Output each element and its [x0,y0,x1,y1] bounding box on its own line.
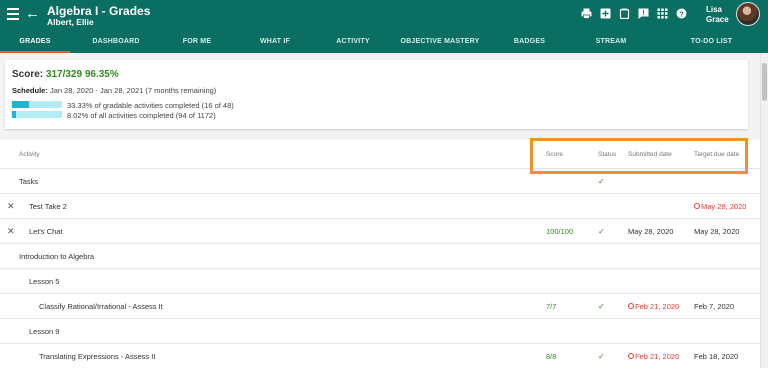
alarm-clock-icon [628,303,634,309]
column-status[interactable]: Status [598,140,616,168]
table-row[interactable]: Lesson 9 [0,319,760,344]
app-bar: ← Algebra I - Grades Albert, Ellie ? Lis… [0,0,768,30]
overall-score: Score: 317/329 96.35% [12,69,119,80]
score-value: 317/329 96.35% [45,69,119,80]
due-date-cell: Feb 7, 2020 [694,294,734,318]
tab-badges[interactable]: BADGES [492,30,567,53]
column-score[interactable]: Score [546,140,563,168]
tab-what-if[interactable]: WHAT IF [232,30,318,53]
due-date-text: May 28, 2020 [701,201,747,211]
score-cell: 7/7 [546,301,557,311]
tab-to-do-list[interactable]: TO-DO LIST [655,30,768,53]
activity-name[interactable]: Let's Chat [29,219,63,243]
table-body: Tasks ✓ ✕ Test Take 2 May 28, 2020 ✕ Let's Cha… [0,169,760,368]
submitted-date-cell: Feb 21, 2020 [628,344,679,368]
column-target-due-date[interactable]: Target due date [694,140,739,168]
tab-bar: GRADES DASHBOARD FOR ME WHAT IF ACTIVITY… [0,30,768,53]
tab-for-me[interactable]: FOR ME [162,30,232,53]
activity-name[interactable]: Lesson 5 [29,269,59,293]
scrollbar[interactable] [760,53,768,368]
status-check-icon: ✓ [598,176,605,186]
activity-name[interactable]: Tasks [19,169,38,193]
table-row[interactable]: Translating Expressions - Assess It 8/8 ✓ F… [0,344,760,368]
back-arrow-icon[interactable]: ← [25,5,40,23]
table-row[interactable]: Classify Rational/Irrational - Assess It… [0,294,760,319]
score-cell: 8/8 [546,351,557,361]
due-date-cell: May 28, 2020 [694,219,739,243]
status-check-icon: ✓ [598,351,605,361]
all-activities-progress-label: 8.02% of all activities completed (94 of… [67,111,216,120]
submitted-date-text: Feb 21, 2020 [635,351,680,361]
user-first-name: Lisa [706,5,723,14]
submitted-date-cell: Feb 21, 2020 [628,294,679,318]
clipboard-icon[interactable] [619,8,630,19]
submitted-date-text: Feb 21, 2020 [635,301,680,311]
due-date-text: Feb 7, 2020 [694,301,735,311]
activity-name[interactable]: Lesson 9 [29,319,59,343]
scrollbar-thumb[interactable] [762,63,767,101]
submitted-date-text: May 28, 2020 [628,226,674,236]
grades-table: Activity Score Status Submitted date Tar… [0,140,760,368]
table-row[interactable]: Tasks ✓ [0,169,760,194]
due-date-cell: Feb 18, 2020 [694,344,738,368]
table-row[interactable]: Lesson 5 [0,269,760,294]
table-row[interactable]: ✕ Test Take 2 May 28, 2020 [0,194,760,219]
activity-name[interactable]: Translating Expressions - Assess It [39,344,155,368]
status-check-icon: ✓ [598,301,605,311]
page-title: Algebra I - Grades [47,4,151,18]
alarm-clock-icon [694,203,700,209]
submitted-date-cell: May 28, 2020 [628,219,673,243]
table-row[interactable]: Introduction to Algebra [0,244,760,269]
tab-grades[interactable]: GRADES [0,30,70,53]
toolbar-icons: ? [581,8,687,19]
column-submitted-date[interactable]: Submitted date [628,140,672,168]
all-activities-progress-fill [12,111,16,118]
help-icon[interactable]: ? [676,8,687,19]
user-last-name: Grace [706,15,729,24]
all-activities-progress-bar [12,111,62,118]
add-box-icon[interactable] [600,8,611,19]
tab-objective-mastery[interactable]: OBJECTIVE MASTERY [388,30,492,53]
table-row[interactable]: ✕ Let's Chat 100/100 ✓ May 28, 2020 May 28, 2… [0,219,760,244]
score-cell: 100/100 [546,226,574,236]
remove-icon[interactable]: ✕ [7,194,15,218]
alarm-clock-icon [628,353,634,359]
student-name: Albert, Ellie [47,17,94,27]
activity-name[interactable]: Classify Rational/Irrational - Assess It [39,294,163,318]
tab-activity[interactable]: ACTIVITY [318,30,388,53]
activity-name[interactable]: Test Take 2 [29,194,67,218]
gradable-progress-bar [12,101,62,108]
remove-icon[interactable]: ✕ [7,219,15,243]
status-check-icon: ✓ [598,226,605,236]
schedule-value: Jan 28, 2020 - Jan 28, 2021 (7 months re… [49,86,217,95]
gradable-progress-fill [12,101,29,108]
user-name[interactable]: Lisa Grace [706,5,729,25]
tab-stream[interactable]: STREAM [567,30,655,53]
apps-grid-icon[interactable] [657,8,668,19]
due-date-cell: May 28, 2020 [694,194,746,218]
column-activity[interactable]: Activity [19,140,40,168]
tab-dashboard[interactable]: DASHBOARD [70,30,162,53]
svg-text:?: ? [679,9,684,18]
activity-name[interactable]: Introduction to Algebra [19,244,94,268]
score-label: Score: [12,69,44,80]
schedule: Schedule: Jan 28, 2020 - Jan 28, 2021 (7… [12,86,216,95]
hamburger-menu-icon[interactable] [7,8,19,20]
gradable-progress-label: 33.33% of gradable activities completed … [67,101,234,110]
table-header-row: Activity Score Status Submitted date Tar… [0,140,760,169]
schedule-label: Schedule: [12,86,48,95]
due-date-text: May 28, 2020 [694,226,740,236]
due-date-text: Feb 18, 2020 [694,351,739,361]
print-icon[interactable] [581,8,592,19]
score-summary-card: Score: 317/329 96.35% Schedule: Jan 28, … [5,60,748,129]
feedback-icon[interactable] [638,8,649,19]
avatar[interactable] [736,2,760,26]
